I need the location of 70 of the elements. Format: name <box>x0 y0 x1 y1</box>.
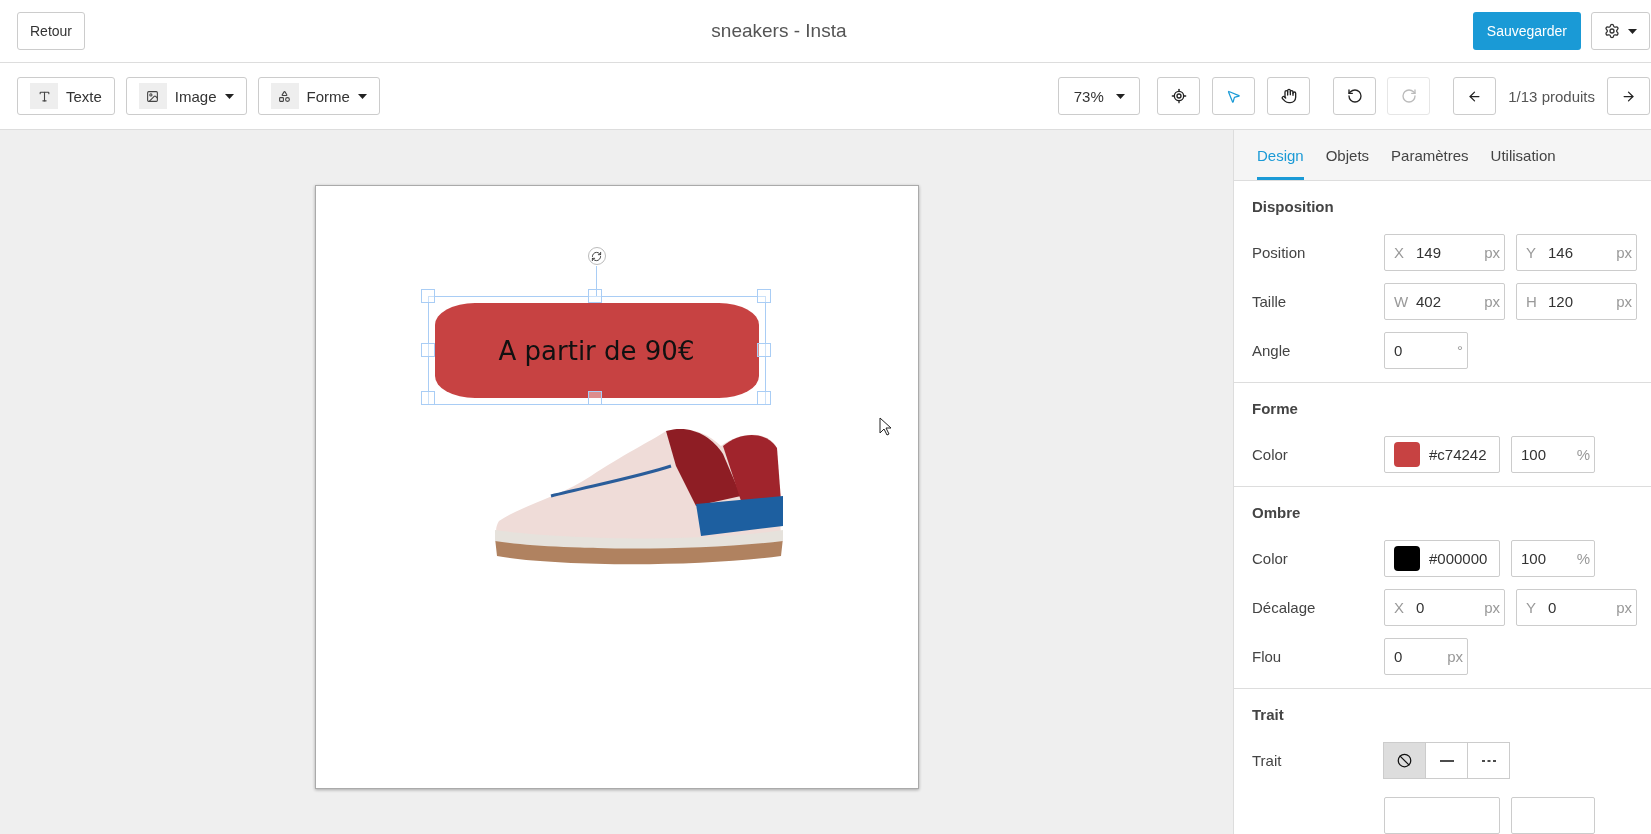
document-title: sneakers - Insta <box>711 20 847 42</box>
back-button[interactable]: Retour <box>17 12 86 50</box>
color-swatch[interactable] <box>1394 546 1420 571</box>
field-label: Position <box>1252 244 1307 261</box>
rotate-handle[interactable] <box>587 247 606 265</box>
number-field[interactable]: 100 % <box>1511 540 1595 577</box>
field-label: Trait <box>1252 752 1283 769</box>
field-label: Décalage <box>1252 599 1317 616</box>
color-field[interactable]: #c74242 <box>1384 436 1500 473</box>
resize-handle[interactable] <box>756 391 771 405</box>
field-label: Color <box>1252 446 1289 463</box>
resize-handle[interactable] <box>756 289 771 303</box>
insert-button[interactable]: Forme <box>257 77 380 115</box>
number-field[interactable]: Y 146 px <box>1516 234 1637 271</box>
image-icon <box>146 89 160 103</box>
shapes-icon <box>278 89 292 103</box>
previous-button[interactable] <box>1453 77 1497 115</box>
solid-line-icon <box>1439 759 1454 762</box>
section-title: Forme <box>1252 400 1299 417</box>
panel-tab[interactable]: Objets <box>1325 130 1370 180</box>
number-field[interactable]: W 402 px <box>1384 283 1505 320</box>
number-field[interactable]: X 149 px <box>1384 234 1505 271</box>
settings-button[interactable] <box>1591 12 1650 50</box>
no-stroke-icon <box>1397 753 1412 768</box>
text-icon <box>37 89 51 103</box>
cursor-icon <box>878 417 891 436</box>
dashed-line-icon <box>1481 759 1496 762</box>
arrow-right-icon <box>1621 88 1636 104</box>
number-field[interactable]: X 0 px <box>1384 589 1505 626</box>
field-label: Taille <box>1252 293 1288 310</box>
field-label: Flou <box>1252 648 1283 665</box>
resize-handle[interactable] <box>420 289 435 303</box>
zoom-dropdown[interactable]: 73% <box>1058 77 1141 115</box>
product-counter: 1/13 produits <box>1507 87 1596 105</box>
number-field[interactable]: H 120 px <box>1516 283 1637 320</box>
color-field[interactable]: #000000 <box>1384 540 1500 577</box>
color-field[interactable] <box>1384 797 1500 834</box>
number-field[interactable]: 0 ° <box>1384 332 1468 369</box>
section-title: Ombre <box>1252 504 1302 521</box>
section-title: Disposition <box>1252 198 1335 215</box>
resize-handle[interactable] <box>756 343 771 357</box>
settings-icon <box>1604 23 1620 39</box>
caret-icon <box>1115 93 1125 99</box>
panel-tab[interactable]: Paramètres <box>1391 130 1469 180</box>
number-field[interactable] <box>1511 797 1595 834</box>
section-title: Trait <box>1252 706 1285 723</box>
tool-button[interactable] <box>1157 77 1201 115</box>
rotate-icon <box>591 250 602 262</box>
price-label-shape[interactable]: A partir de 90€ <box>434 303 759 398</box>
field-label: Angle <box>1252 342 1292 359</box>
insert-button[interactable]: Texte <box>17 77 115 115</box>
undo-icon <box>1346 88 1363 104</box>
field-label: Color <box>1252 550 1289 567</box>
number-field[interactable]: 0 px <box>1384 638 1468 675</box>
color-swatch[interactable] <box>1394 442 1420 467</box>
next-button[interactable] <box>1607 77 1650 115</box>
resize-handle[interactable] <box>420 391 435 405</box>
caret-icon <box>1628 28 1637 34</box>
insert-button[interactable]: Image <box>125 77 247 115</box>
panel-tab[interactable]: Utilisation <box>1490 130 1556 180</box>
undo-button[interactable] <box>1333 77 1377 115</box>
resize-handle[interactable] <box>587 289 602 303</box>
number-field[interactable]: Y 0 px <box>1516 589 1637 626</box>
resize-handle[interactable] <box>420 343 435 357</box>
rotate-stem <box>595 266 597 296</box>
tool-button[interactable] <box>1267 77 1311 115</box>
stroke-style-button[interactable] <box>1383 742 1426 779</box>
number-field[interactable]: 100 % <box>1511 436 1595 473</box>
resize-handle[interactable] <box>587 391 602 405</box>
redo-icon <box>1400 88 1417 104</box>
